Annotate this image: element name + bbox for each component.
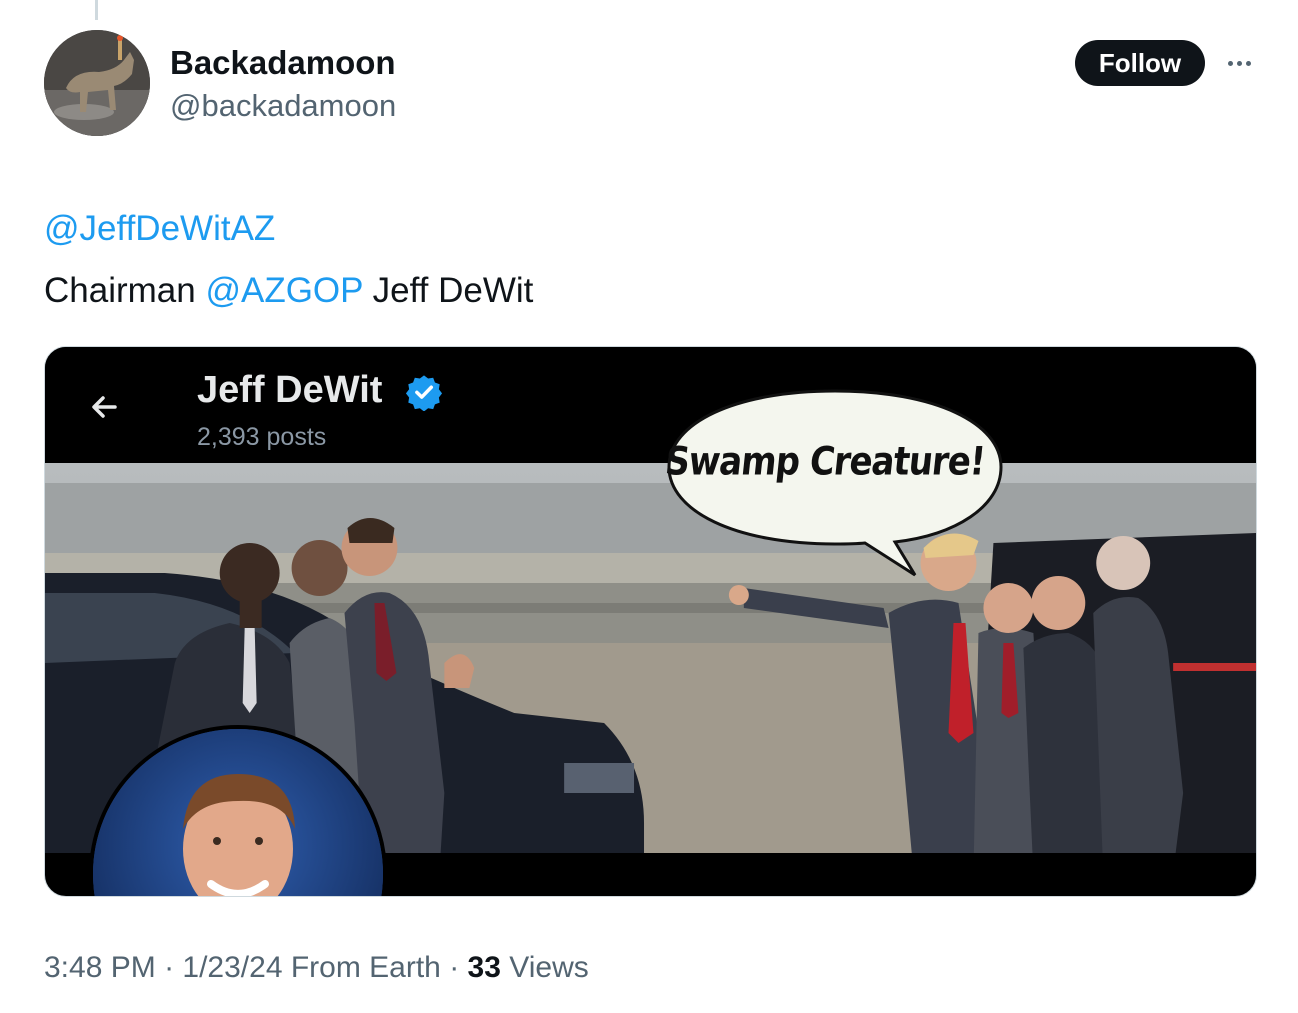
tweet-line-2: Chairman @AZGOP Jeff DeWit (44, 260, 533, 322)
more-dot (1245, 60, 1251, 66)
meta-separator: · (440, 951, 468, 984)
speech-bubble: Swamp Creature! (663, 387, 1005, 579)
author-handle[interactable]: @backadamoon (170, 88, 396, 124)
embedded-posts-count: 2,393 posts (197, 423, 327, 451)
views-count: 33 (467, 951, 501, 984)
follow-button[interactable]: Follow (1075, 40, 1205, 86)
tweet-text-suffix: Jeff DeWit (362, 271, 534, 310)
attached-image[interactable]: Jeff DeWit 2,393 posts Swamp Creature! (44, 346, 1257, 897)
embedded-profile-name: Jeff DeWit (197, 369, 383, 411)
more-icon[interactable] (1222, 50, 1256, 76)
more-dot (1227, 60, 1233, 66)
arrow-left-icon (92, 396, 117, 418)
more-dot (1236, 60, 1242, 66)
mention-link-azgop[interactable]: @AZGOP (205, 271, 362, 310)
author-avatar[interactable] (44, 30, 150, 136)
tweet-line-1: @JeffDeWitAZ (44, 198, 533, 260)
embedded-profile-header: Jeff DeWit 2,393 posts (45, 347, 1256, 463)
tweet-source: From Earth (282, 951, 441, 984)
tweet-text: @JeffDeWitAZ Chairman @AZGOP Jeff DeWit (44, 198, 533, 322)
author-display-name[interactable]: Backadamoon (170, 44, 396, 82)
tweet-time[interactable]: 3:48 PM (44, 951, 156, 984)
meta-separator: · (155, 951, 183, 984)
thread-connector-line (95, 0, 98, 20)
avatar-image (44, 30, 150, 136)
tweet-date[interactable]: 1/23/24 (182, 951, 282, 984)
mention-link-jeffdewitaz[interactable]: @JeffDeWitAZ (44, 209, 275, 248)
tweet-text-prefix: Chairman (44, 271, 206, 310)
speech-bubble-text: Swamp Creature! (663, 439, 987, 485)
views-label: Views (500, 951, 589, 984)
tweet-metadata: 3:48 PM · 1/23/24 From Earth · 33 Views (44, 948, 589, 988)
verified-badge-icon (405, 375, 443, 411)
